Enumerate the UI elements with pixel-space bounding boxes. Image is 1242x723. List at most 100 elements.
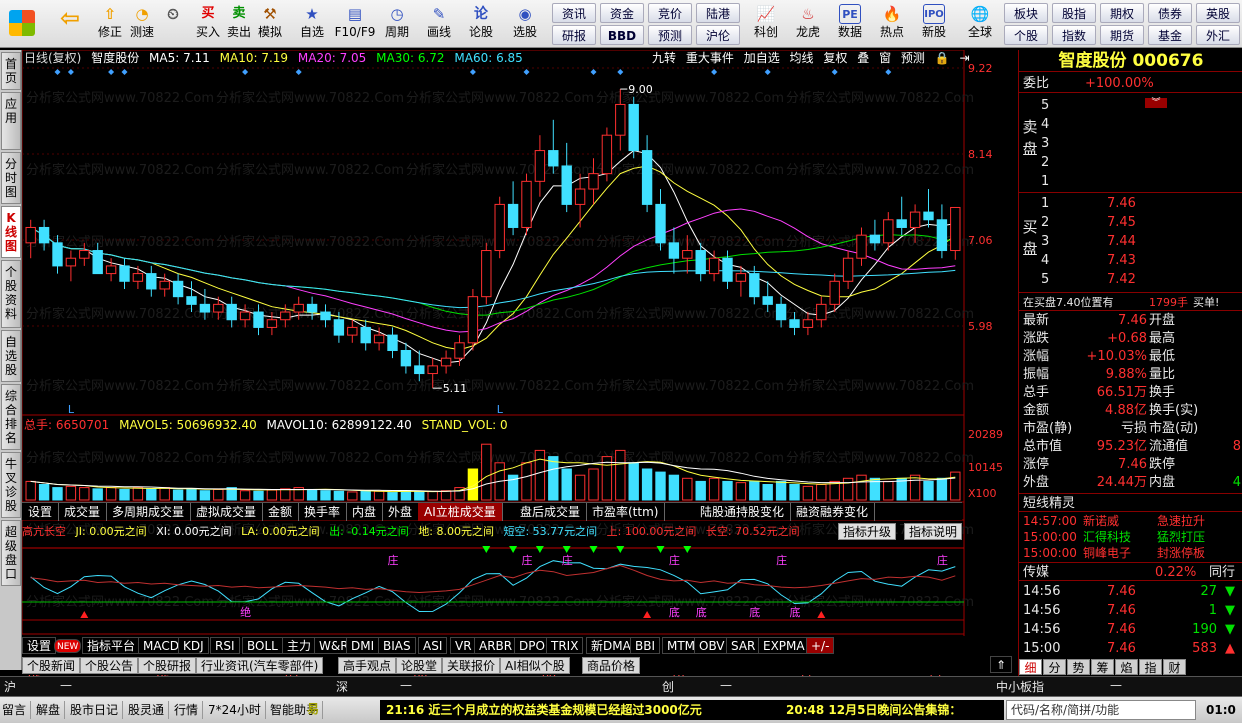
volume-bar[interactable] <box>708 477 720 501</box>
candle[interactable] <box>548 119 559 174</box>
status-item[interactable]: 解盘 <box>36 701 66 719</box>
candle[interactable] <box>534 135 546 197</box>
research-tab[interactable]: 研报 <box>552 25 596 45</box>
industry-peer[interactable]: 同行 <box>1209 563 1235 582</box>
discuss-button[interactable]: 论 论股 <box>462 2 500 46</box>
news-ticker-2[interactable]: 20:48 12月5日晚间公告集锦： <box>780 700 1004 720</box>
candle[interactable] <box>842 250 854 289</box>
volume-bar[interactable] <box>883 480 894 501</box>
indicator-tab[interactable]: NEW <box>54 639 82 653</box>
volume-bar[interactable] <box>909 474 921 501</box>
indicator-tab[interactable]: VR <box>450 637 477 654</box>
sector-tab[interactable]: 板块 <box>1004 3 1048 23</box>
candle[interactable] <box>507 181 519 236</box>
ipo-button[interactable]: IPO 新股 <box>916 2 952 46</box>
right-tab[interactable]: 焰 <box>1115 659 1138 675</box>
news-tab[interactable]: 关联报价 <box>442 657 501 674</box>
indicator-tab[interactable]: BBI <box>630 637 661 654</box>
volume-subtab[interactable]: 多周期成交量 <box>106 503 192 521</box>
news-tab[interactable]: 论股堂 <box>396 657 443 674</box>
volume-bar[interactable] <box>266 489 278 501</box>
volume-bar[interactable] <box>253 490 264 501</box>
volume-bar[interactable] <box>735 482 747 501</box>
volume-bar[interactable] <box>655 471 666 501</box>
candle[interactable] <box>641 135 653 213</box>
sell-signal[interactable] <box>482 546 491 553</box>
indicator-tab[interactable]: EXPMA <box>758 637 810 654</box>
volume-bar[interactable] <box>159 487 170 501</box>
volume-subtab[interactable]: 成交量 <box>58 503 108 521</box>
volume-bar[interactable] <box>467 468 479 501</box>
collapse-chevron-icon[interactable]: ︾ <box>1145 98 1167 108</box>
volume-bar[interactable] <box>842 477 854 501</box>
sell-signal[interactable] <box>616 546 625 553</box>
volume-bar[interactable] <box>722 480 733 501</box>
indicator-upgrade-button[interactable]: 指标升级 <box>838 523 897 540</box>
hk-connect-tab[interactable]: 陆港 <box>696 3 740 23</box>
elf-row[interactable]: 15:00:00 汇得科技 猛烈打压 <box>1019 529 1242 545</box>
right-tab[interactable]: 指 <box>1139 659 1162 675</box>
left-tab-level2[interactable]: 超级盘口 <box>1 520 21 586</box>
news-tab[interactable]: 商品价格 <box>582 657 641 674</box>
candle[interactable] <box>628 96 639 159</box>
volume-subtab[interactable]: 内盘 <box>346 503 384 521</box>
volume-bar[interactable] <box>414 491 425 501</box>
tool-jiuzhuan[interactable]: 九转 <box>652 51 676 65</box>
tool-events[interactable]: 重大事件 <box>686 51 734 65</box>
event-marker[interactable] <box>590 69 597 75</box>
lock-icon[interactable]: 🔒 <box>935 51 950 65</box>
f10-button[interactable]: ▤ F10/F9 <box>334 2 376 46</box>
volume-bar[interactable] <box>615 449 626 501</box>
event-marker[interactable] <box>617 69 624 75</box>
indicator-tab[interactable]: 指标平台 <box>82 637 141 654</box>
buy-level[interactable]: 1 7.46 <box>1019 194 1242 213</box>
collapse-up-icon[interactable]: ⇑ <box>990 656 1012 673</box>
candle[interactable] <box>132 265 144 289</box>
buy-level[interactable]: 4 7.43 <box>1019 251 1242 270</box>
sell-signal[interactable] <box>683 546 692 553</box>
indicator-tab[interactable]: 新DMA <box>586 637 636 654</box>
volume-bar[interactable] <box>682 477 693 501</box>
global-button[interactable]: 🌐 全球 <box>960 2 1000 46</box>
buy-signal[interactable] <box>817 611 826 618</box>
event-marker[interactable] <box>711 69 718 75</box>
right-tab[interactable]: 筹 <box>1091 659 1114 675</box>
volume-bar[interactable] <box>119 488 130 501</box>
windows-button[interactable] <box>2 2 42 46</box>
indicator-tab[interactable]: DPO <box>514 637 550 654</box>
elf-row[interactable]: 14:57:00 新诺威 急速拉升 <box>1019 513 1242 529</box>
left-tab-home[interactable]: 首页 <box>1 52 21 90</box>
volume-subtab[interactable]: 外盘 <box>382 503 420 521</box>
stock-index-tab[interactable]: 股指 <box>1052 3 1096 23</box>
candle[interactable] <box>226 296 237 328</box>
buy-level[interactable]: 3 7.44 <box>1019 232 1242 251</box>
sell-level[interactable]: 4 <box>1019 115 1242 134</box>
left-tab-profile[interactable]: 个股资料 <box>1 260 21 328</box>
indicator-tab[interactable]: RSI <box>210 637 240 654</box>
candle[interactable] <box>601 127 613 182</box>
futures-tab[interactable]: 期货 <box>1100 25 1144 45</box>
event-marker[interactable] <box>764 69 771 75</box>
option-tab[interactable]: 期权 <box>1100 3 1144 23</box>
volume-bar[interactable] <box>534 449 546 501</box>
volume-bar[interactable] <box>936 477 948 501</box>
left-tab-kline[interactable]: K线图 <box>1 206 21 258</box>
volume-subtab[interactable]: 盘后成交量 <box>514 503 588 521</box>
tool-add-self[interactable]: 加自选 <box>744 51 780 65</box>
kechuang-button[interactable]: 📈 科创 <box>748 2 784 46</box>
status-item[interactable]: 股市日记 <box>70 701 124 719</box>
buy-signal[interactable] <box>643 611 652 618</box>
data-button[interactable]: PE 数据 <box>832 2 868 46</box>
indicator-tab[interactable]: +/- <box>806 637 835 654</box>
right-tab[interactable]: 分 <box>1043 659 1066 675</box>
volume-subtab[interactable]: 换手率 <box>298 503 348 521</box>
volume-bar[interactable] <box>628 462 639 501</box>
candle[interactable] <box>950 206 961 260</box>
auction-tab[interactable]: 竞价 <box>648 3 692 23</box>
event-marker[interactable] <box>54 69 61 75</box>
forecast-tab[interactable]: 预测 <box>648 25 692 45</box>
volume-bar[interactable] <box>548 456 559 501</box>
volume-subtab[interactable]: 设置 <box>22 503 60 521</box>
bbd-tab[interactable]: BBD <box>600 25 644 45</box>
sell-level[interactable]: 3 <box>1019 134 1242 153</box>
